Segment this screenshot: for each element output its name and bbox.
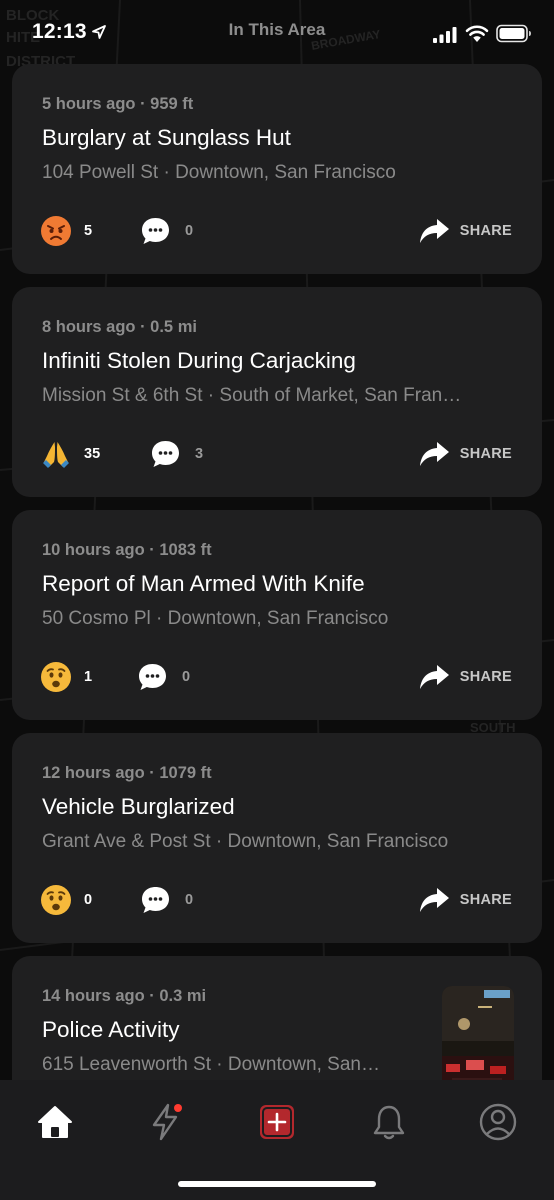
share-button[interactable]: SHARE bbox=[418, 883, 512, 917]
notification-dot bbox=[174, 1104, 182, 1112]
comment-button[interactable]: 0 bbox=[140, 214, 193, 248]
incident-address: Mission St & 6th St · South of Market, S… bbox=[42, 385, 462, 406]
comment-bubble-icon bbox=[142, 887, 169, 913]
share-arrow-icon bbox=[419, 442, 449, 466]
incident-meta: 10 hours ago · 1083 ft bbox=[42, 541, 212, 559]
share-arrow-icon bbox=[419, 888, 449, 912]
reaction-button[interactable]: 35 bbox=[40, 437, 100, 471]
incident-address: 104 Powell St · Downtown, San Francisco bbox=[42, 162, 396, 183]
share-button[interactable]: SHARE bbox=[418, 437, 512, 471]
battery-icon bbox=[496, 24, 531, 43]
card-actions: 35 3 SHARE bbox=[40, 437, 512, 471]
tab-activity[interactable] bbox=[145, 1102, 185, 1142]
share-label: SHARE bbox=[459, 892, 512, 908]
comment-count: 0 bbox=[185, 223, 194, 239]
card-actions: 5 0 SHARE bbox=[40, 214, 512, 248]
reaction-count: 5 bbox=[84, 223, 93, 239]
share-arrow-icon bbox=[419, 219, 449, 243]
angry-face-icon bbox=[41, 216, 71, 246]
report-plus-icon bbox=[260, 1105, 294, 1139]
tab-home[interactable] bbox=[35, 1102, 75, 1142]
share-button[interactable]: SHARE bbox=[418, 214, 512, 248]
tab-bar bbox=[0, 1080, 554, 1200]
comment-button[interactable]: 3 bbox=[150, 437, 203, 471]
share-label: SHARE bbox=[459, 669, 512, 685]
incident-address: 615 Leavenworth St · Downtown, San… bbox=[42, 1054, 380, 1075]
profile-icon bbox=[479, 1103, 517, 1141]
reaction-count: 1 bbox=[84, 669, 93, 685]
reaction-button[interactable]: 0 bbox=[40, 883, 92, 917]
reaction-button[interactable]: 5 bbox=[40, 214, 92, 248]
card-actions: 0 0 SHARE bbox=[40, 883, 512, 917]
incident-address: 50 Cosmo Pl · Downtown, San Francisco bbox=[42, 608, 389, 629]
share-label: SHARE bbox=[459, 446, 512, 462]
incident-meta: 14 hours ago · 0.3 mi bbox=[42, 987, 207, 1005]
shocked-face-icon bbox=[41, 662, 71, 692]
tab-notifications[interactable] bbox=[369, 1102, 409, 1142]
incident-feed[interactable]: 5 hours ago · 959 ft Burglary at Sunglas… bbox=[12, 64, 542, 1080]
share-button[interactable]: SHARE bbox=[418, 660, 512, 694]
incident-meta: 5 hours ago · 959 ft bbox=[42, 95, 194, 113]
incident-card[interactable]: 8 hours ago · 0.5 mi Infiniti Stolen Dur… bbox=[12, 287, 542, 497]
incident-meta: 12 hours ago · 1079 ft bbox=[42, 764, 212, 782]
share-label: SHARE bbox=[459, 223, 512, 239]
incident-meta: 8 hours ago · 0.5 mi bbox=[42, 318, 197, 336]
tab-profile[interactable] bbox=[478, 1102, 518, 1142]
lightning-icon bbox=[152, 1103, 182, 1141]
home-icon bbox=[38, 1106, 72, 1138]
comment-count: 3 bbox=[195, 446, 204, 462]
incident-card[interactable]: 14 hours ago · 0.3 mi Police Activity 61… bbox=[12, 956, 542, 1080]
incident-title: Vehicle Burglarized bbox=[42, 794, 235, 819]
card-actions: 1 0 SHARE bbox=[40, 660, 512, 694]
comment-count: 0 bbox=[182, 669, 191, 685]
praying-hands-icon bbox=[43, 442, 69, 468]
comment-button[interactable]: 0 bbox=[137, 660, 190, 694]
reaction-count: 35 bbox=[84, 446, 101, 462]
comment-count: 0 bbox=[185, 892, 194, 908]
incident-title: Report of Man Armed With Knife bbox=[42, 571, 365, 596]
home-indicator[interactable] bbox=[178, 1181, 376, 1187]
tab-report[interactable] bbox=[257, 1102, 297, 1142]
bell-icon bbox=[373, 1105, 405, 1140]
incident-address: Grant Ave & Post St · Downtown, San Fran… bbox=[42, 831, 449, 852]
comment-button[interactable]: 0 bbox=[140, 883, 193, 917]
incident-card[interactable]: 10 hours ago · 1083 ft Report of Man Arm… bbox=[12, 510, 542, 720]
incident-title: Burglary at Sunglass Hut bbox=[42, 125, 291, 150]
incident-title: Infiniti Stolen During Carjacking bbox=[42, 348, 356, 373]
shocked-face-icon bbox=[41, 885, 71, 915]
comment-bubble-icon bbox=[139, 664, 166, 690]
reaction-button[interactable]: 1 bbox=[40, 660, 92, 694]
wifi-icon bbox=[465, 25, 489, 42]
comment-bubble-icon bbox=[152, 441, 179, 467]
share-arrow-icon bbox=[419, 665, 449, 689]
status-bar: 12:13 In This Area bbox=[0, 0, 554, 64]
comment-bubble-icon bbox=[142, 218, 169, 244]
street-photo-thumbnail[interactable] bbox=[442, 986, 514, 1080]
reaction-count: 0 bbox=[84, 892, 93, 908]
incident-card[interactable]: 12 hours ago · 1079 ft Vehicle Burglariz… bbox=[12, 733, 542, 943]
incident-card[interactable]: 5 hours ago · 959 ft Burglary at Sunglas… bbox=[12, 64, 542, 274]
incident-title: Police Activity bbox=[42, 1017, 180, 1042]
cellular-signal-icon bbox=[433, 27, 457, 43]
